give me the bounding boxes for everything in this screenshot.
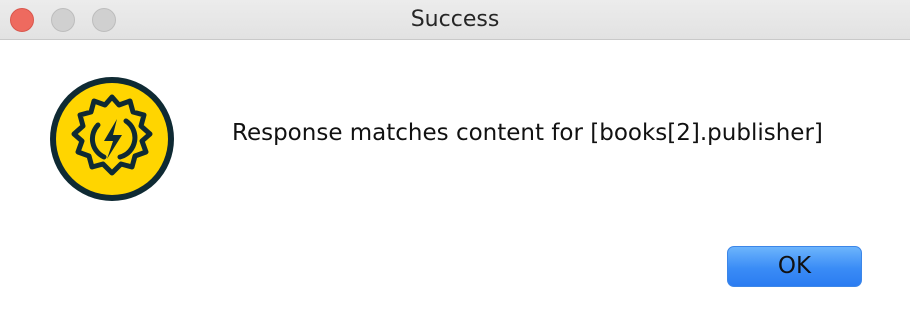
dialog-message: Response matches content for [books[2].p… [232, 120, 823, 146]
gear-lightning-icon [50, 77, 174, 201]
title-bar: Success [0, 0, 910, 40]
window-title: Success [410, 7, 500, 32]
success-dialog-window: Success Response matches content for [bo… [0, 0, 910, 330]
ok-button[interactable]: OK [727, 246, 862, 287]
